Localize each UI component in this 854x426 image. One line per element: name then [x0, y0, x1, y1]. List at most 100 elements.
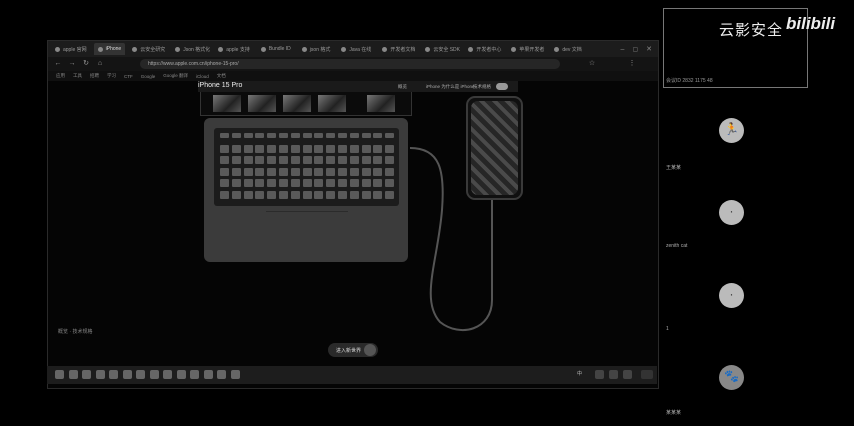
- browser-tab[interactable]: 苹果开发者: [507, 43, 547, 55]
- keyboard-key: [231, 156, 241, 164]
- keyboard-key: [302, 179, 312, 187]
- participant-name: 某某某: [666, 410, 682, 416]
- keyboard-key: [314, 167, 324, 176]
- subnav-link-why[interactable]: iPhone 为什么是 iPhone: [426, 84, 475, 90]
- browser-tab[interactable]: 云安全 SDK: [421, 43, 461, 55]
- keyboard-key: [361, 179, 371, 187]
- buy-button[interactable]: [496, 83, 508, 90]
- wifi-icon[interactable]: [595, 370, 604, 379]
- clock[interactable]: [641, 370, 653, 379]
- reload-icon[interactable]: ↻: [82, 60, 90, 68]
- volume-icon[interactable]: [609, 370, 618, 379]
- bookmark-item[interactable]: Google 翻译: [163, 73, 188, 79]
- avatar-icon: 🏃: [724, 122, 739, 136]
- participant-avatar[interactable]: 🐾: [719, 365, 744, 390]
- keyboard-key: [373, 167, 383, 176]
- bookmark-item[interactable]: 文档: [217, 73, 226, 79]
- browser-tab[interactable]: 开发者文档: [378, 43, 418, 55]
- bookmark-item[interactable]: 应用: [56, 73, 65, 79]
- taskbar-search-icon[interactable]: [68, 370, 78, 379]
- browser-tab[interactable]: Java 在线: [337, 43, 375, 55]
- close-icon[interactable]: ✕: [646, 45, 652, 53]
- keyboard-key: [255, 179, 265, 187]
- taskbar-settings-icon[interactable]: [149, 370, 159, 379]
- taskbar-start-icon[interactable]: [55, 370, 64, 379]
- maximize-icon[interactable]: ▢: [632, 46, 638, 53]
- address-bar: ← → ↻ ⌂ https://www.apple.com.cn/iphone-…: [48, 57, 658, 71]
- home-icon[interactable]: ⌂: [96, 60, 104, 68]
- browser-tab[interactable]: Bundle ID: [257, 43, 295, 55]
- favicon-icon: [175, 46, 181, 52]
- taskbar-code-icon[interactable]: [163, 370, 172, 379]
- tab-label: apple 支持: [226, 46, 250, 53]
- browser-tab[interactable]: 开发者中心: [464, 43, 504, 55]
- keyboard-key: [267, 190, 277, 199]
- bookmark-item[interactable]: 工具: [73, 73, 82, 79]
- url-field[interactable]: https://www.apple.com.cn/iphone-15-pro/: [140, 59, 560, 69]
- tab-label: 云安全 SDK: [433, 46, 460, 53]
- browser-tab[interactable]: dev 文档: [550, 43, 585, 55]
- bookmark-item[interactable]: 招聘: [90, 73, 99, 79]
- keyboard-key: [279, 156, 288, 164]
- bookmark-item[interactable]: CTF: [124, 74, 133, 79]
- minimize-icon[interactable]: –: [621, 46, 625, 53]
- keyboard-key: [385, 167, 395, 176]
- bookmark-item[interactable]: iCloud: [196, 74, 209, 79]
- taskbar-photos-icon[interactable]: [176, 370, 186, 379]
- browser-tab[interactable]: apple 官网: [51, 43, 91, 55]
- bookmark-item[interactable]: 学习: [107, 73, 116, 79]
- taskbar-music-icon[interactable]: [190, 370, 199, 379]
- browser-tab[interactable]: json 格式: [298, 43, 335, 55]
- product-subnav: iPhone 15 Pro 概览 iPhone 为什么是 iPhone 技术规格: [198, 81, 518, 92]
- windows-taskbar: 中: [47, 366, 657, 384]
- keyboard-key: [373, 156, 383, 164]
- taskbar-store-icon[interactable]: [203, 370, 213, 379]
- browser-tab[interactable]: 云安全研究: [128, 43, 168, 55]
- star-icon[interactable]: ☆: [588, 60, 596, 68]
- laptop-screen: [200, 92, 412, 116]
- forward-icon[interactable]: →: [68, 60, 76, 68]
- browser-tab[interactable]: apple 支持: [214, 43, 254, 55]
- taskbar-notes-icon[interactable]: [217, 370, 226, 379]
- taskbar-mail-icon[interactable]: [136, 370, 145, 379]
- keyboard-key: [243, 179, 253, 187]
- keyboard-key: [314, 190, 324, 199]
- favicon-icon: [511, 46, 517, 52]
- keyboard-key: [220, 133, 229, 138]
- browser-tab[interactable]: Json 格式化: [171, 43, 211, 55]
- taskbar-edge-icon[interactable]: [95, 370, 105, 379]
- participant-name: 王某某: [666, 165, 682, 171]
- keyboard-key: [255, 133, 265, 138]
- cta-button[interactable]: 进入新世界: [328, 343, 378, 357]
- tab-label: json 格式: [309, 46, 331, 53]
- keyboard-key: [338, 167, 347, 176]
- participant-avatar[interactable]: ·: [719, 283, 744, 308]
- brand-logo-cn: 云影安全: [719, 22, 784, 39]
- keyboard-key: [326, 156, 336, 164]
- favicon-icon: [301, 46, 307, 52]
- taskbar-video-icon[interactable]: [230, 370, 240, 379]
- keyboard-key: [314, 144, 324, 153]
- taskbar-files-icon[interactable]: [82, 370, 91, 379]
- subnav-link-specs[interactable]: 技术规格: [473, 84, 491, 90]
- taskbar-terminal-icon[interactable]: [122, 370, 132, 379]
- avatar-icon: 🐾: [724, 369, 739, 383]
- taskbar-chrome-icon[interactable]: [109, 370, 118, 379]
- battery-icon[interactable]: [623, 370, 632, 379]
- screen-thumbnail: [213, 95, 241, 112]
- keyboard-key: [255, 190, 265, 199]
- product-title[interactable]: iPhone 15 Pro: [198, 82, 242, 89]
- keyboard-key: [279, 167, 288, 176]
- keyboard-key: [255, 144, 265, 153]
- menu-icon[interactable]: ⋮: [628, 60, 636, 68]
- participant-avatar[interactable]: 🏃: [719, 118, 744, 143]
- bookmark-item[interactable]: Google: [141, 74, 156, 79]
- favicon-icon: [341, 46, 347, 52]
- participant-avatar[interactable]: ·: [719, 200, 744, 225]
- input-method-indicator[interactable]: 中: [577, 370, 582, 377]
- browser-tab-active[interactable]: iPhone: [93, 43, 126, 55]
- subnav-link-overview[interactable]: 概览: [398, 84, 407, 90]
- keyboard-key: [290, 190, 300, 199]
- back-icon[interactable]: ←: [54, 60, 62, 68]
- keyboard-key: [361, 167, 371, 176]
